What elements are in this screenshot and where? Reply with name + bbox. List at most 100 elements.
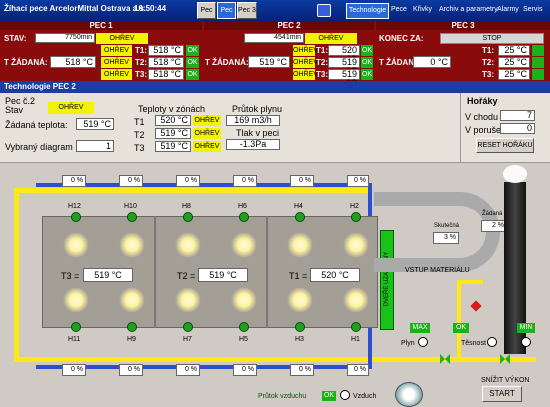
burner-h5-indicator[interactable]: [239, 322, 249, 332]
gas-pipe-chimney-top: [457, 280, 483, 284]
skutecna-value: 3 %: [433, 232, 459, 244]
zadana-value[interactable]: 519 °C: [76, 118, 114, 130]
zone-t1-state: OHŘEV: [193, 115, 221, 126]
air-fan-icon[interactable]: [395, 382, 423, 407]
pct-bottom-1: 0 %: [62, 364, 86, 376]
burner-h9-label: H9: [127, 336, 136, 343]
min-gauge-icon: [521, 337, 531, 347]
flame-h6: [231, 232, 257, 258]
burner-h11-indicator[interactable]: [71, 322, 81, 332]
pec1-zone1-label: T1:: [135, 46, 147, 55]
flame-h11: [63, 287, 89, 313]
zone-t3-label: T3: [134, 143, 145, 153]
pec1-zone2-ok: OK: [186, 57, 199, 68]
pec1-time: 7750min: [35, 33, 95, 43]
pec3-zone2-label: T2:: [482, 58, 494, 67]
lock-icon[interactable]: [317, 4, 331, 17]
diagram-t3-label: T3 =: [61, 271, 80, 281]
menu-technologie[interactable]: Technologie: [346, 3, 389, 19]
pec3-state: STOP: [440, 33, 544, 44]
reset-horaku-button[interactable]: RESET HOŘÁKU: [476, 138, 534, 153]
clock: 10:50:44: [134, 4, 167, 13]
flame-h5: [231, 287, 257, 313]
pec1-zone1-state: OHŘEV: [101, 45, 132, 56]
pec3-zone3-value: 25 °C: [498, 69, 530, 80]
pec3-zone2-ok: [532, 57, 544, 68]
burner-h6-indicator[interactable]: [239, 212, 249, 222]
burner-h8-indicator[interactable]: [183, 212, 193, 222]
burner-h11-label: H11: [68, 336, 81, 343]
flame-h12: [63, 232, 89, 258]
flame-h2: [343, 232, 369, 258]
menu-alarmy[interactable]: Alarmy: [497, 6, 519, 13]
menu-krivky[interactable]: Křivky: [413, 6, 432, 13]
pct-bottom-5: 0 %: [290, 364, 314, 376]
burner-h3-indicator[interactable]: [295, 322, 305, 332]
gas-flow-label: Průtok plynu: [232, 104, 283, 114]
vstup-label: VSTUP MATERIÁLU: [405, 267, 470, 274]
menu-pece[interactable]: Pece: [391, 6, 407, 13]
pec1-tzad: 518 °C: [50, 56, 96, 68]
flame-h10: [119, 232, 145, 258]
burner-h7-label: H7: [183, 336, 192, 343]
menu-servis[interactable]: Servis: [523, 6, 542, 13]
info-panel: Pec č.2 Stav OHŘEV Žádaná teplota: 519 °…: [0, 93, 550, 163]
zone-t2-value: 519 °C: [155, 128, 191, 139]
diagram-t1-label: T1 =: [289, 271, 308, 281]
pec2-zone2-ok: OK: [361, 57, 373, 68]
prutok-label: Průtok vzduchu: [258, 393, 307, 400]
menu-archiv[interactable]: Archiv a parametry: [439, 6, 498, 13]
section-title: Technologie PEC 2: [4, 82, 76, 91]
burner-h1-indicator[interactable]: [351, 322, 361, 332]
burner-h7-indicator[interactable]: [183, 322, 193, 332]
stav-value: OHŘEV: [48, 102, 94, 114]
burner-h9-indicator[interactable]: [127, 322, 137, 332]
gas-pipe-left: [14, 188, 19, 362]
pec2-zone2-value: 519 °C: [328, 57, 360, 76]
zone-t2-state: OHŘEV: [193, 128, 221, 139]
pct-top-1: 0 %: [62, 175, 86, 187]
pec2-zone1-ok: OK: [361, 45, 373, 56]
gas-flow-value: 169 m3/h: [226, 115, 280, 126]
pct-top-4: 0 %: [233, 175, 257, 187]
pec2-zone3-value: 519 °C: [328, 69, 360, 88]
pec2-zone3-label: T3:: [316, 70, 328, 79]
burner-h10-label: H10: [124, 203, 137, 210]
furnace-divider-2: [266, 216, 268, 328]
pec1-zone3-ok: OK: [186, 69, 199, 80]
pressure-label: Tlak v peci: [236, 128, 280, 138]
burner-h10-indicator[interactable]: [127, 212, 137, 222]
burner-h2-label: H2: [350, 203, 359, 210]
diagram-t2-label: T2 =: [177, 271, 196, 281]
pec2-zone3-ok: OK: [361, 69, 373, 80]
pec1-state: OHŘEV: [96, 33, 148, 44]
pressure-value: -1.3Pa: [226, 139, 280, 150]
tab-pec-1[interactable]: Pec 1: [197, 2, 216, 29]
pec1-zone1-value: 518 °C: [148, 45, 184, 56]
gas-pipe-top: [14, 188, 368, 193]
burner-h12-indicator[interactable]: [71, 212, 81, 222]
pct-top-5: 0 %: [290, 175, 314, 187]
zadana-tah-label: Žádaná: [482, 211, 503, 217]
pct-bottom-3: 0 %: [176, 364, 200, 376]
pec3-zone1-value: 25 °C: [498, 45, 530, 56]
app-title: Žíhací pece ArcelorMittal Ostrava a.s.: [4, 4, 146, 13]
tab-pec-3[interactable]: Pec 3: [237, 2, 257, 19]
pec3-tzad: 0 °C: [413, 56, 451, 68]
plyn-gauge-icon: [418, 337, 428, 347]
vzduch-label: Vzduch: [353, 393, 377, 400]
burner-h2-indicator[interactable]: [351, 212, 361, 222]
horaky-title: Hořáky: [467, 96, 498, 106]
tab-pec-2[interactable]: Pec 2: [217, 2, 236, 29]
burner-h4-indicator[interactable]: [295, 212, 305, 222]
ok-indicator: OK: [453, 323, 469, 333]
start-button[interactable]: START: [482, 386, 522, 402]
pec2-zone1-value: 520 °C: [328, 45, 360, 64]
max-indicator: MAX: [410, 323, 430, 333]
pec2-zone2-state: OHŘEV: [293, 57, 318, 68]
furnace-status-band: [0, 21, 550, 81]
diagram-label: Vybraný diagram: [5, 142, 73, 152]
zadana-label: Žádaná teplota:: [5, 120, 68, 130]
burner-h6-label: H6: [238, 203, 247, 210]
diagram-value[interactable]: 1: [76, 140, 114, 152]
